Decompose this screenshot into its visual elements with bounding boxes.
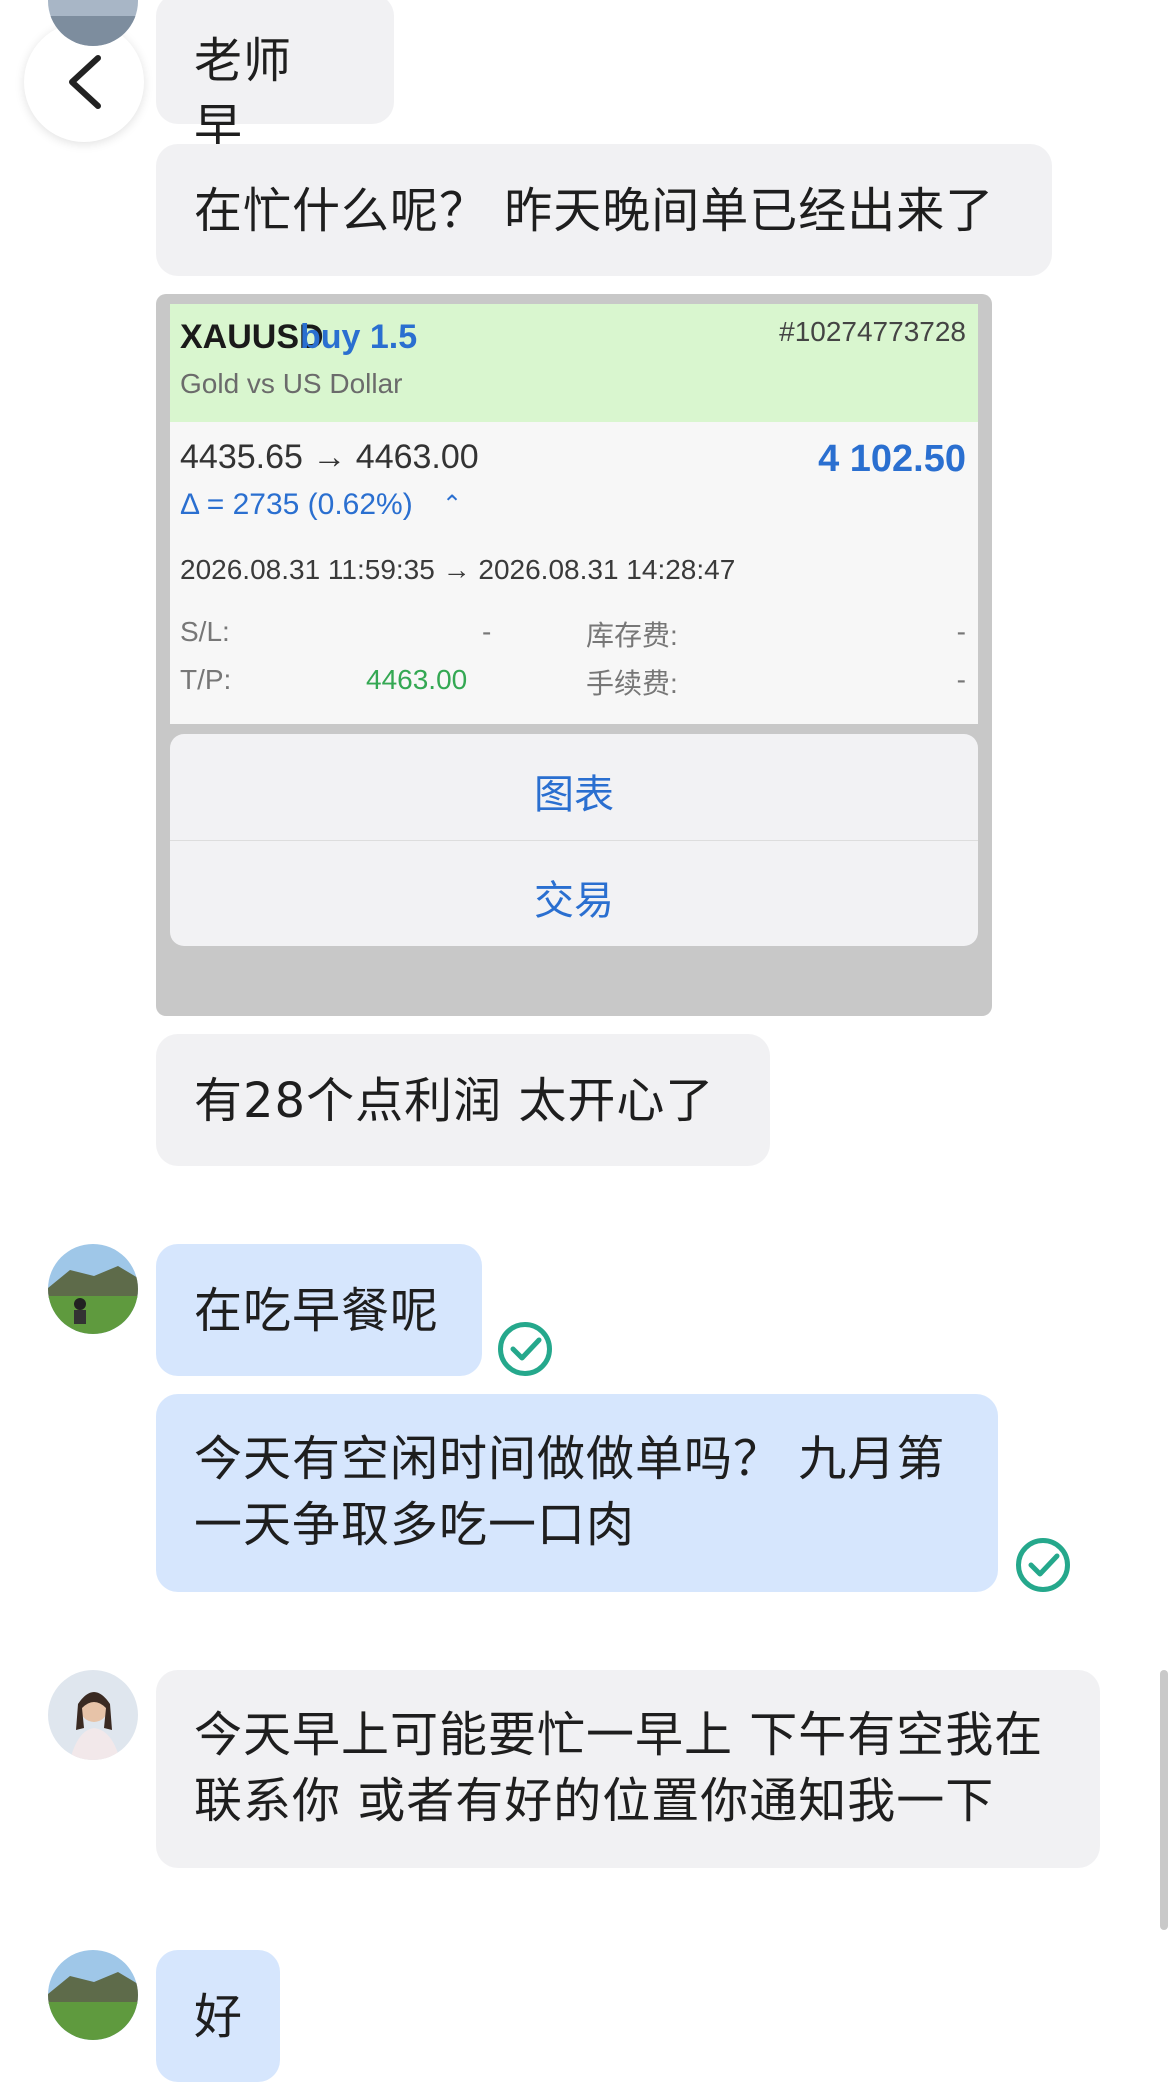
menu-divider [170, 840, 978, 841]
swap-value: - [956, 616, 966, 647]
tp-label: T/P: [180, 664, 232, 695]
message-text: 老师 早 [194, 33, 293, 155]
trade-ticket: #10274773728 [779, 316, 966, 347]
trade-description: Gold vs US Dollar [180, 368, 403, 399]
trade-prices: 4435.65 → 4463.00 [180, 438, 479, 476]
trade-side: buy 1.5 [300, 318, 418, 356]
chevron-up-icon: ⌃ [442, 491, 463, 518]
read-receipt-check-icon [498, 1322, 552, 1376]
trade-times: 2026.08.31 11:59:35 → 2026.08.31 14:28:4… [180, 554, 736, 585]
chevron-left-icon [69, 55, 101, 109]
message-text: 在忙什么呢？ 昨天晚间单已经出来了 [194, 183, 995, 239]
message-text: 今天有空闲时间做做单吗？ 九月第一天争取多吃一口肉 [194, 1431, 946, 1553]
message-bubble[interactable]: 今天有空闲时间做做单吗？ 九月第一天争取多吃一口肉 [156, 1394, 998, 1592]
trade-card: XAUUSD buy 1.5 #10274773728 Gold vs US D… [170, 304, 978, 724]
fee-value: - [956, 664, 966, 695]
menu-item-chart[interactable]: 图表 [170, 762, 978, 820]
fee-label: 手续费: [586, 668, 678, 699]
sl-value: - [482, 616, 492, 647]
message-bubble[interactable]: 好 [156, 1950, 280, 2082]
menu-item-trade[interactable]: 交易 [170, 868, 978, 926]
swap-label: 库存费: [586, 620, 678, 651]
message-text: 在吃早餐呢 [194, 1283, 440, 1339]
scrollbar[interactable] [1160, 1670, 1168, 1930]
avatar[interactable] [48, 1950, 138, 2040]
read-receipt-check-icon [1016, 1538, 1070, 1592]
message-bubble[interactable]: 今天早上可能要忙一早上 下午有空我在联系你 或者有好的位置你通知我一下 [156, 1670, 1100, 1868]
avatar[interactable] [48, 1670, 138, 1760]
trade-delta: Δ = 2735 (0.62%) [180, 488, 413, 521]
message-text: 有28个点利润 太开心了 [194, 1073, 715, 1129]
message-bubble[interactable]: 在吃早餐呢 [156, 1244, 482, 1376]
message-text: 今天早上可能要忙一早上 下午有空我在联系你 或者有好的位置你通知我一下 [194, 1707, 1044, 1829]
sl-label: S/L: [180, 616, 230, 647]
message-text: 好 [194, 1989, 244, 2045]
message-bubble[interactable]: 有28个点利润 太开心了 [156, 1034, 770, 1166]
context-menu: 图表 交易 [170, 734, 978, 946]
trade-screenshot-message[interactable]: XAUUSD buy 1.5 #10274773728 Gold vs US D… [156, 294, 992, 1016]
message-bubble[interactable]: 在忙什么呢？ 昨天晚间单已经出来了 [156, 144, 1052, 276]
trade-profit: 4 102.50 [818, 438, 966, 480]
tp-value: 4463.00 [366, 664, 468, 695]
avatar[interactable] [48, 1244, 138, 1334]
trade-header: XAUUSD buy 1.5 #10274773728 Gold vs US D… [170, 304, 978, 422]
message-bubble[interactable]: 老师 早 [156, 0, 394, 155]
